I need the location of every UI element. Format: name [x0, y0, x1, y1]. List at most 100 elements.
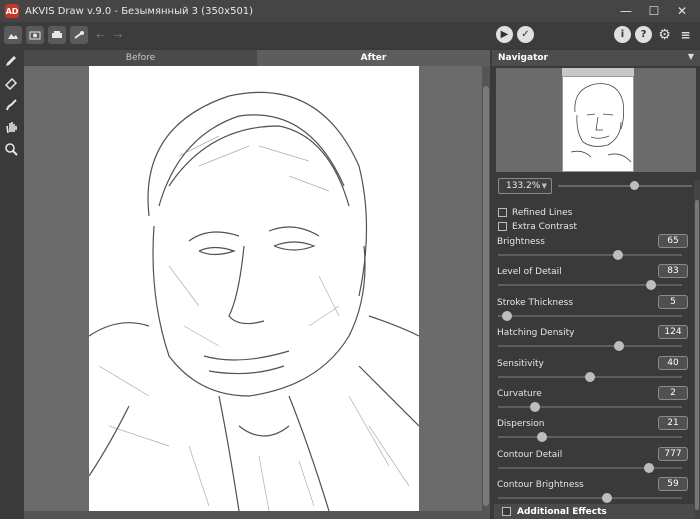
- param-value-field[interactable]: 83: [658, 264, 688, 279]
- window-title: AKVIS Draw v.9.0 - Безымянный 3 (350x501…: [25, 5, 254, 17]
- minimize-button[interactable]: —: [612, 0, 640, 22]
- param-slider-track[interactable]: [498, 466, 682, 469]
- param-slider-handle[interactable]: [645, 280, 656, 291]
- refined-lines-option[interactable]: Refined Lines: [498, 206, 572, 219]
- param-slider-handle[interactable]: [537, 432, 548, 443]
- param-value-field[interactable]: 124: [658, 325, 688, 340]
- param-value-field[interactable]: 2: [658, 386, 688, 400]
- zoom-row: 133.2% ▼: [496, 178, 696, 194]
- param-slider-handle[interactable]: [601, 493, 612, 504]
- param-value-field[interactable]: 59: [658, 477, 688, 492]
- param-label: Dispersion: [497, 419, 545, 430]
- param-slider-track[interactable]: [498, 436, 682, 439]
- tab-before[interactable]: Before: [24, 50, 257, 66]
- param-slider-handle[interactable]: [614, 341, 625, 352]
- title-bar: AD AKVIS Draw v.9.0 - Безымянный 3 (350x…: [0, 0, 700, 22]
- navigator-preview[interactable]: [496, 68, 696, 172]
- run-button[interactable]: ▶: [496, 26, 513, 43]
- param-slider-track[interactable]: [498, 406, 682, 408]
- param-label: Curvature: [497, 389, 542, 399]
- param-slider-track[interactable]: [498, 314, 682, 317]
- zoom-select[interactable]: 133.2% ▼: [498, 178, 552, 194]
- param-value-field[interactable]: 65: [658, 234, 688, 248]
- close-button[interactable]: ✕: [668, 0, 696, 22]
- save-image-icon: [29, 31, 41, 40]
- param-label: Contour Detail: [497, 449, 563, 460]
- hand-icon: [6, 122, 17, 134]
- scroll-thumb[interactable]: [483, 86, 489, 506]
- pencil-tool[interactable]: [0, 50, 22, 72]
- settings-panel: Navigator ▼ 133.2% ▼ Refined Lines Extra…: [492, 50, 700, 519]
- window-controls: — ☐ ✕: [612, 0, 696, 22]
- apply-button[interactable]: ✓: [517, 26, 534, 43]
- view-tabs: Before After: [24, 50, 490, 66]
- param-label: Hatching Density: [497, 328, 575, 339]
- param-label: Stroke Thickness: [497, 297, 574, 308]
- navigator-thumbnail[interactable]: [562, 76, 634, 172]
- eraser-icon: [4, 77, 18, 90]
- toolbar-right: i ? ⚙ ≡: [610, 26, 694, 43]
- preferences-button[interactable]: ≡: [677, 26, 694, 43]
- workspace: Before After: [24, 50, 490, 519]
- zoom-tool[interactable]: [0, 138, 22, 160]
- navigator-viewport[interactable]: [562, 68, 634, 76]
- extra-contrast-checkbox[interactable]: [498, 222, 507, 231]
- undo-button[interactable]: ←: [96, 29, 105, 42]
- refined-lines-checkbox[interactable]: [498, 208, 507, 217]
- param-label: Sensitivity: [497, 358, 544, 369]
- param-value-field[interactable]: 40: [658, 355, 688, 370]
- param-row: Level of Detail 83: [492, 264, 700, 294]
- param-label: Level of Detail: [497, 267, 562, 278]
- print-icon: [52, 31, 62, 38]
- share-button[interactable]: [70, 26, 88, 44]
- param-slider-handle[interactable]: [585, 371, 595, 382]
- param-value-field[interactable]: 5: [658, 294, 688, 309]
- canvas-vertical-scrollbar[interactable]: [482, 66, 490, 519]
- share-icon: [74, 31, 84, 39]
- zoom-icon: [5, 143, 18, 156]
- param-row: Hatching Density 124: [492, 325, 700, 355]
- param-value-field[interactable]: 777: [658, 446, 688, 461]
- main-toolbar: ← → ▶ ✓ i ? ⚙ ≡: [0, 22, 700, 48]
- open-image-button[interactable]: [4, 26, 22, 44]
- additional-effects-label: Additional Effects: [517, 506, 607, 517]
- zoom-slider-handle[interactable]: [630, 181, 639, 190]
- param-value-field[interactable]: 21: [658, 416, 688, 431]
- hand-tool[interactable]: [0, 116, 22, 138]
- save-image-button[interactable]: [26, 26, 44, 44]
- canvas-horizontal-scrollbar[interactable]: [24, 511, 482, 519]
- zoom-slider-track[interactable]: [558, 185, 692, 187]
- print-button[interactable]: [48, 26, 66, 44]
- chevron-down-icon[interactable]: ▼: [688, 52, 694, 61]
- info-button[interactable]: i: [614, 26, 631, 43]
- chevron-down-icon: ▼: [541, 182, 547, 190]
- settings-button[interactable]: ⚙: [656, 26, 673, 43]
- param-slider-track[interactable]: [498, 254, 682, 256]
- param-row: Stroke Thickness 5: [492, 294, 700, 325]
- additional-effects-section[interactable]: Additional Effects: [494, 504, 694, 519]
- zoom-value: 133.2%: [506, 181, 541, 191]
- extra-contrast-label: Extra Contrast: [512, 221, 578, 232]
- maximize-button[interactable]: ☐: [640, 0, 668, 22]
- param-row: Contour Brightness 59: [492, 477, 700, 507]
- app-logo-icon: AD: [5, 4, 19, 18]
- pencil-icon: [6, 56, 16, 66]
- redo-button[interactable]: →: [113, 29, 122, 42]
- param-slider-handle[interactable]: [529, 402, 540, 412]
- param-slider-handle[interactable]: [502, 310, 513, 321]
- navigator-header[interactable]: Navigator ▼: [492, 50, 700, 66]
- image-canvas[interactable]: [89, 66, 419, 511]
- brush-tool[interactable]: [0, 94, 22, 116]
- param-label: Brightness: [497, 237, 545, 247]
- extra-contrast-option[interactable]: Extra Contrast: [498, 220, 577, 233]
- param-slider-track[interactable]: [498, 497, 682, 500]
- sketch-portrait: [89, 91, 419, 511]
- brush-icon: [6, 99, 17, 111]
- additional-effects-checkbox[interactable]: [502, 507, 511, 516]
- param-slider-handle[interactable]: [612, 250, 623, 260]
- eraser-tool[interactable]: [0, 72, 22, 94]
- param-slider-handle[interactable]: [643, 462, 654, 473]
- help-button[interactable]: ?: [635, 26, 652, 43]
- tab-after[interactable]: After: [257, 50, 490, 66]
- param-slider-track[interactable]: [498, 345, 682, 348]
